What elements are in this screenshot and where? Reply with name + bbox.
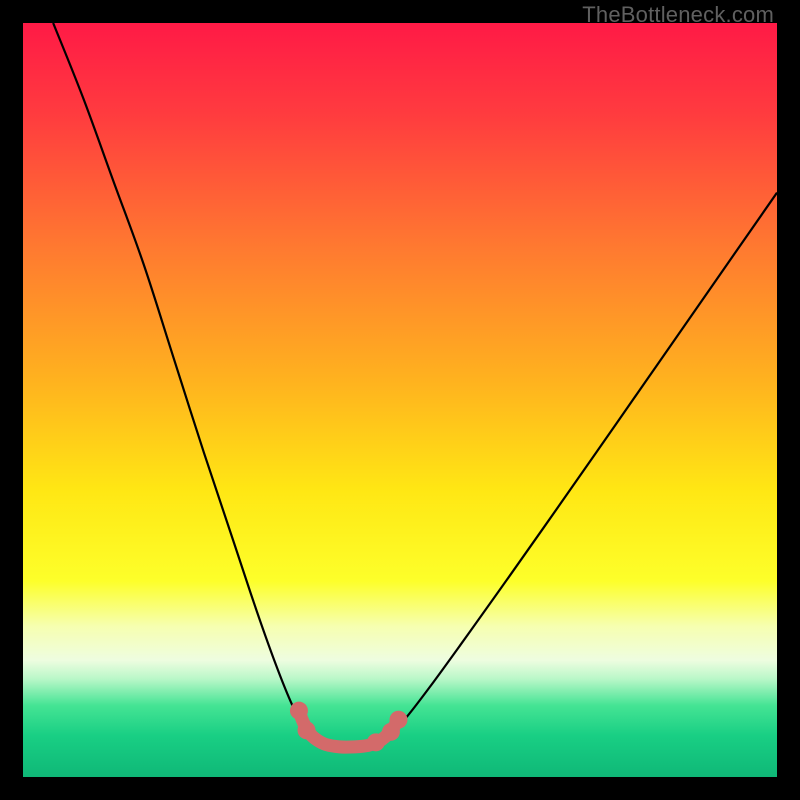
optimal-dot [367, 733, 385, 751]
optimal-dot [389, 711, 407, 729]
watermark-text: TheBottleneck.com [582, 2, 774, 28]
chart-frame [23, 23, 777, 777]
bottleneck-chart [23, 23, 777, 777]
optimal-dot [290, 702, 308, 720]
optimal-dot [298, 721, 316, 739]
gradient-background [23, 23, 777, 777]
